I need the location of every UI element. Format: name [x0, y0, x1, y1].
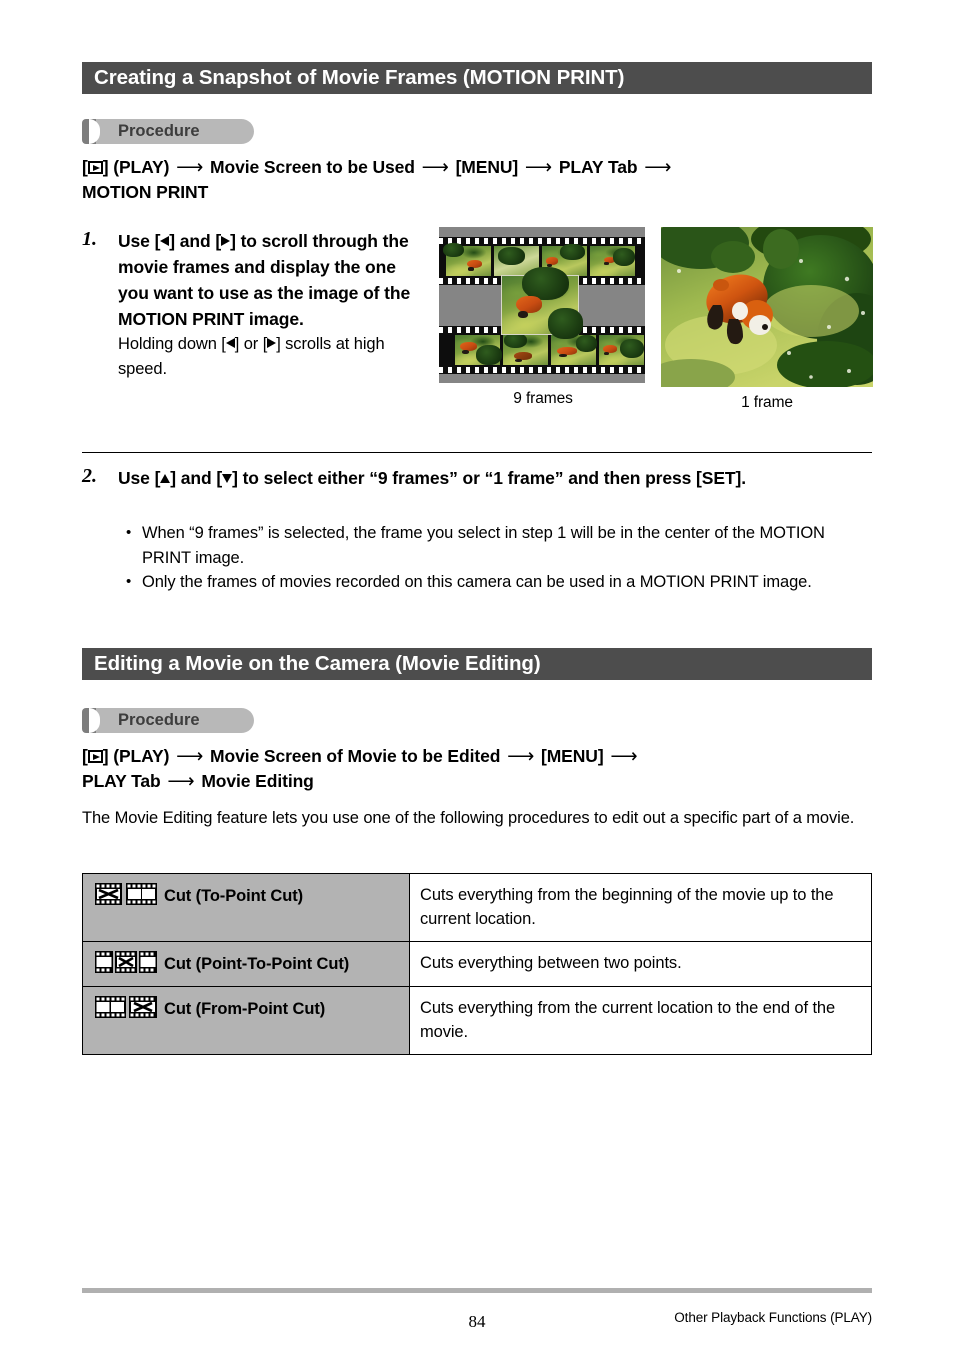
arrow-icon: ⟶: [421, 157, 449, 178]
figure-9-frames: 9 frames: [439, 227, 647, 408]
step-2-title-b: ] and [: [170, 468, 223, 488]
play-icon: [87, 161, 103, 174]
arrow-icon: ⟶: [176, 157, 204, 178]
step-1-body: Use [] and [] to scroll through the movi…: [118, 228, 418, 382]
procedure-label-2: Procedure: [118, 711, 200, 729]
figure-1-frame: 1 frame: [661, 227, 873, 412]
film-strip-cut-point-to-point-icon: [95, 951, 157, 973]
figure-caption-1-frame: 1 frame: [741, 394, 793, 411]
procedure-path-1-seg-d: PLAY Tab: [558, 157, 638, 177]
cut-description-cell: Cuts everything from the current locatio…: [409, 986, 872, 1055]
frame-thumb: [503, 332, 548, 365]
table-row: Cut (Point-To-Point Cut) Cuts everything…: [82, 941, 872, 987]
step-1-sub-b: ] or [: [234, 335, 268, 353]
center-selected-frame: [501, 266, 583, 339]
step-2-title-a: Use [: [118, 468, 161, 488]
footer-section-note: Other Playback Functions (PLAY): [674, 1310, 872, 1325]
film-strip-cut-to-point-icon: [95, 883, 157, 905]
section-header-movie-editing: Editing a Movie on the Camera (Movie Edi…: [82, 648, 872, 680]
step-1-number: 1.: [82, 228, 97, 250]
cut-label-text: Cut (From-Point Cut): [164, 1000, 326, 1018]
procedure-path-2-seg-b: Movie Screen of Movie to be Edited: [210, 746, 501, 766]
step-divider-rule: [82, 452, 872, 453]
red-panda-photo: [661, 227, 873, 387]
step-1-title-a: Use [: [118, 231, 161, 251]
step-1-sub-a: Holding down [: [118, 335, 226, 353]
step-2-title: Use [ ] and [ ] to select either “9 frames…: [118, 465, 872, 491]
movie-editing-intro: The Movie Editing feature lets you use o…: [82, 809, 855, 827]
arrow-icon: ⟶: [507, 746, 535, 767]
left-arrow-icon: [160, 236, 170, 246]
list-item: When “9 frames” is selected, the frame y…: [122, 521, 872, 570]
frame-thumb: [443, 243, 491, 276]
procedure-path-1-seg-b: Movie Screen to be Used: [210, 157, 415, 177]
cut-label-text: Cut (Point-To-Point Cut): [164, 955, 350, 973]
film-perforations-icon: [439, 238, 645, 244]
left-arrow-icon: [225, 338, 235, 348]
procedure-path-1: [] (PLAY) ⟶ Movie Screen to be Used ⟶ [M…: [82, 155, 882, 205]
procedure-badge-1: Procedure: [82, 119, 254, 144]
frame-thumb: [599, 335, 644, 365]
step-2-bullet-list: When “9 frames” is selected, the frame y…: [122, 521, 872, 595]
film-perforations-icon: [439, 367, 645, 373]
procedure-path-1-seg-a: ] (PLAY): [102, 157, 170, 177]
cut-options-table: Cut (To-Point Cut) Cuts everything from …: [82, 873, 872, 1055]
right-arrow-icon: [267, 338, 277, 348]
cut-description-cell: Cuts everything from the beginning of th…: [409, 873, 872, 942]
procedure-path-2-line2-b: Movie Editing: [201, 771, 314, 791]
down-arrow-icon: [222, 474, 233, 483]
step-2-body: Use [ ] and [ ] to select either “9 frames…: [118, 465, 872, 491]
frame-thumb: [551, 335, 597, 365]
procedure-path-1-line2: MOTION PRINT: [82, 182, 209, 202]
list-item: Only the frames of movies recorded on th…: [122, 570, 872, 595]
document-page: Creating a Snapshot of Movie Frames (MOT…: [0, 0, 954, 1357]
procedure-path-2-seg-a: ] (PLAY): [102, 746, 170, 766]
section-header-motion-print: Creating a Snapshot of Movie Frames (MOT…: [82, 62, 872, 94]
play-icon: [87, 750, 103, 763]
footer-divider: [82, 1288, 872, 1293]
procedure-path-1-seg-c: [MENU]: [455, 157, 519, 177]
arrow-icon: ⟶: [167, 771, 195, 792]
right-arrow-icon: [221, 236, 231, 246]
up-arrow-icon: [160, 474, 171, 483]
procedure-path-2: [] (PLAY) ⟶ Movie Screen of Movie to be …: [82, 744, 882, 794]
procedure-badge-2: Procedure: [82, 708, 254, 733]
cut-description-cell: Cuts everything between two points.: [409, 941, 872, 987]
cut-label-cell: Cut (From-Point Cut): [82, 986, 410, 1055]
procedure-label-1: Procedure: [118, 122, 200, 140]
arrow-icon: ⟶: [644, 157, 672, 178]
film-strip-cut-from-point-icon: [95, 996, 157, 1018]
procedure-path-2-seg-c: [MENU]: [540, 746, 604, 766]
cut-label-cell: Cut (Point-To-Point Cut): [82, 941, 410, 987]
procedure-path-2-line2-a: PLAY Tab: [82, 771, 161, 791]
step-2-title-c: ] to select either “9 frames” or “1 fram…: [232, 468, 746, 488]
arrow-icon: ⟶: [610, 746, 638, 767]
arrow-icon: ⟶: [524, 157, 553, 178]
step-1-subtext: Holding down [] or [] scrolls at high sp…: [118, 332, 418, 382]
frame-thumb: [590, 246, 635, 276]
cut-label-text: Cut (To-Point Cut): [164, 887, 304, 905]
one-frame-image: [661, 227, 873, 387]
figure-caption-9-frames: 9 frames: [513, 390, 573, 407]
step-1-title: Use [] and [] to scroll through the movi…: [118, 228, 418, 332]
arrow-icon: ⟶: [176, 746, 204, 767]
nine-frames-image: [439, 227, 645, 383]
step-2-number: 2.: [82, 465, 97, 487]
table-row: Cut (From-Point Cut) Cuts everything fro…: [82, 986, 872, 1055]
step-1-title-b: ] and [: [169, 231, 222, 251]
frame-thumb: [455, 335, 502, 365]
table-row: Cut (To-Point Cut) Cuts everything from …: [82, 873, 872, 942]
cut-label-cell: Cut (To-Point Cut): [82, 873, 410, 942]
